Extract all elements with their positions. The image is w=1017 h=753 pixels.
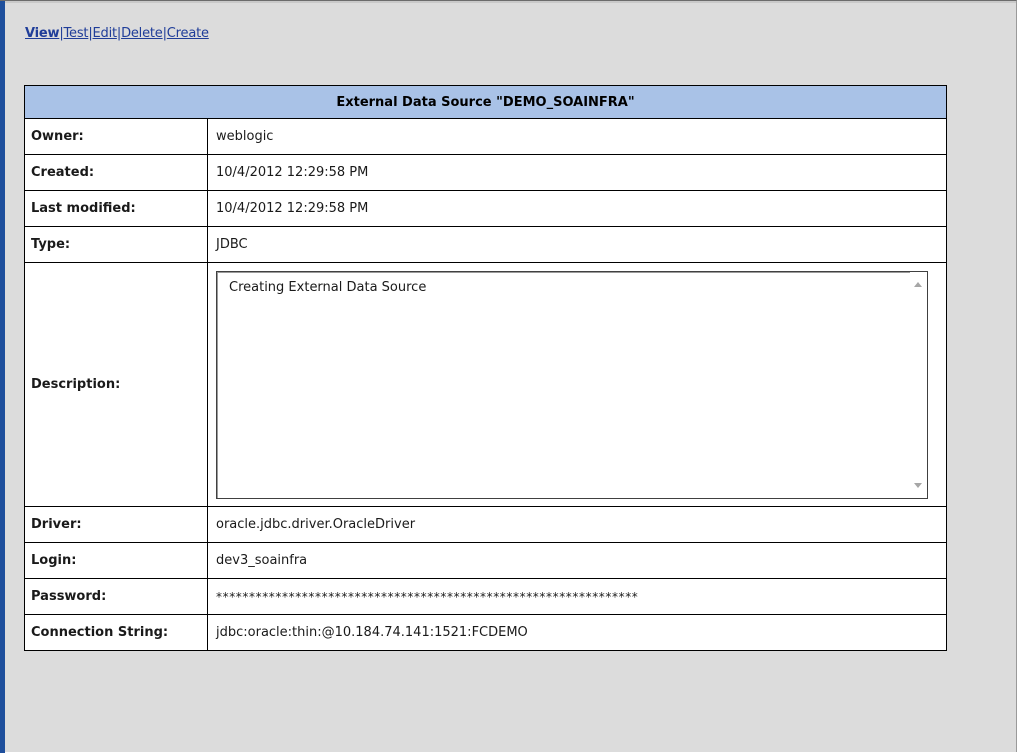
scroll-down-arrow-icon[interactable] bbox=[914, 482, 922, 488]
connection-string-row: Connection String: jdbc:oracle:thin:@10.… bbox=[24, 614, 947, 651]
last-modified-label: Last modified: bbox=[24, 190, 208, 227]
scroll-up-arrow-icon[interactable] bbox=[914, 281, 922, 287]
last-modified-value: 10/4/2012 12:29:58 PM bbox=[207, 190, 947, 227]
datasource-table: External Data Source "DEMO_SOAINFRA" Own… bbox=[24, 85, 947, 651]
password-value: ****************************************… bbox=[207, 578, 947, 615]
frame-top-border bbox=[5, 1, 1016, 3]
table-header-row: External Data Source "DEMO_SOAINFRA" bbox=[24, 85, 947, 119]
login-value: dev3_soainfra bbox=[207, 542, 947, 579]
description-label: Description: bbox=[24, 262, 208, 507]
connection-string-value: jdbc:oracle:thin:@10.184.74.141:1521:FCD… bbox=[207, 614, 947, 651]
description-textarea[interactable]: Creating External Data Source bbox=[216, 270, 928, 499]
type-label: Type: bbox=[24, 226, 208, 263]
description-scrollbar[interactable] bbox=[910, 271, 927, 498]
content-frame: View|Test|Edit|Delete|Create External Da… bbox=[0, 0, 1017, 753]
password-row: Password: ******************************… bbox=[24, 578, 947, 615]
description-cell: Creating External Data Source bbox=[207, 262, 947, 507]
datasource-title: External Data Source "DEMO_SOAINFRA" bbox=[24, 85, 947, 119]
password-label: Password: bbox=[24, 578, 208, 615]
login-row: Login: dev3_soainfra bbox=[24, 542, 947, 579]
view-link[interactable]: View bbox=[25, 26, 60, 41]
driver-row: Driver: oracle.jdbc.driver.OracleDriver bbox=[24, 506, 947, 543]
description-row: Description: Creating External Data Sour… bbox=[24, 262, 947, 507]
last-modified-row: Last modified: 10/4/2012 12:29:58 PM bbox=[24, 190, 947, 227]
test-link[interactable]: Test bbox=[64, 26, 89, 41]
delete-link[interactable]: Delete bbox=[121, 26, 163, 41]
frame-left-border bbox=[0, 1, 5, 753]
created-row: Created: 10/4/2012 12:29:58 PM bbox=[24, 154, 947, 191]
login-label: Login: bbox=[24, 542, 208, 579]
created-label: Created: bbox=[24, 154, 208, 191]
connection-string-label: Connection String: bbox=[24, 614, 208, 651]
edit-link[interactable]: Edit bbox=[93, 26, 118, 41]
owner-value: weblogic bbox=[207, 118, 947, 155]
description-text: Creating External Data Source bbox=[229, 279, 427, 295]
type-value: JDBC bbox=[207, 226, 947, 263]
owner-label: Owner: bbox=[24, 118, 208, 155]
driver-label: Driver: bbox=[24, 506, 208, 543]
action-links: View|Test|Edit|Delete|Create bbox=[25, 26, 209, 41]
created-value: 10/4/2012 12:29:58 PM bbox=[207, 154, 947, 191]
type-row: Type: JDBC bbox=[24, 226, 947, 263]
driver-value: oracle.jdbc.driver.OracleDriver bbox=[207, 506, 947, 543]
create-link[interactable]: Create bbox=[167, 26, 209, 41]
owner-row: Owner: weblogic bbox=[24, 118, 947, 155]
